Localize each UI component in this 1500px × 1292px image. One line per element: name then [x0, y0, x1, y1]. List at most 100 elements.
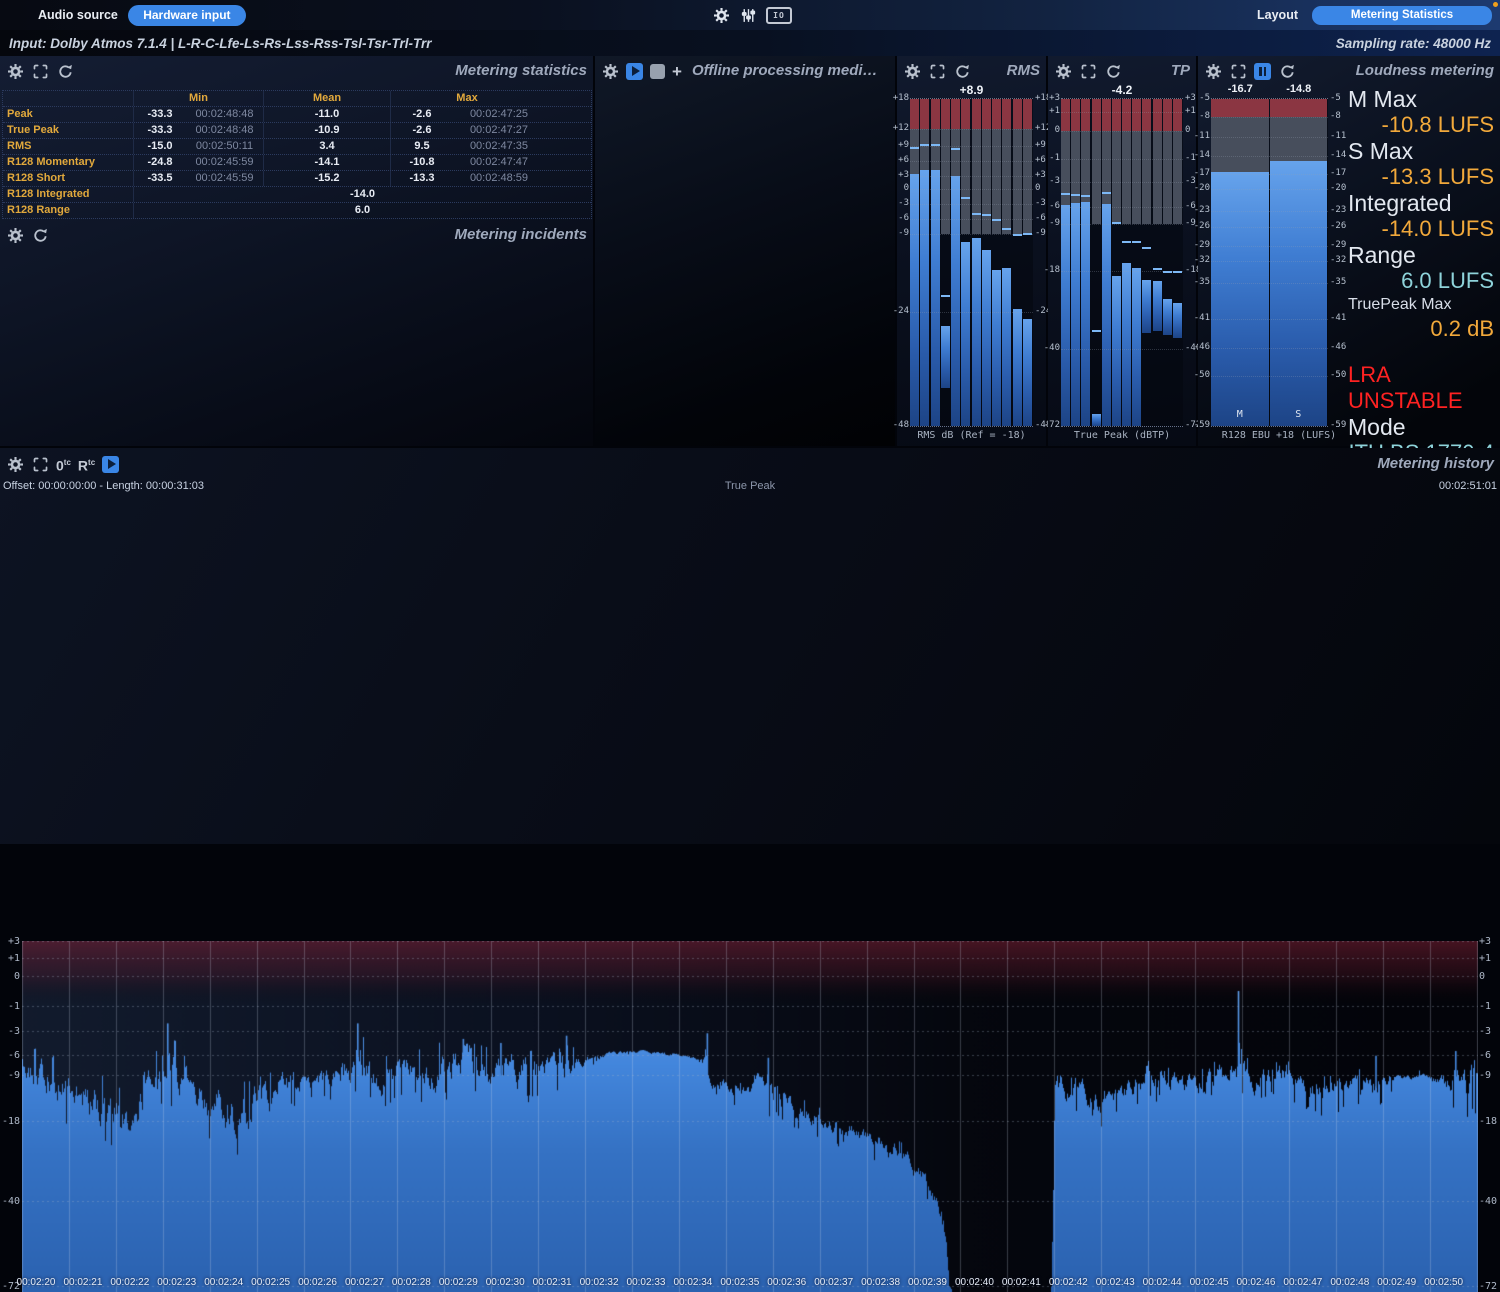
loudness-scale-right: -5-8-11-14-17-20-23-26-29-32-35-41-46-50… — [1329, 98, 1345, 425]
cell-mean: -15.2 — [264, 171, 391, 186]
scale-tick: -32 — [1194, 255, 1210, 265]
infobar: Input: Dolby Atmos 7.1.4 | L-R-C-Lfe-Ls-… — [0, 30, 1500, 56]
history-scale-tick: 0 — [0, 971, 20, 982]
scale-tick: +6 — [898, 155, 909, 165]
gear-icon[interactable] — [601, 62, 619, 80]
scale-tick: +18 — [893, 93, 909, 103]
loudness-stat-label: S Max — [1348, 138, 1494, 164]
gear-icon[interactable] — [6, 62, 24, 80]
peak-hold-mark — [1163, 271, 1172, 273]
gear-icon[interactable] — [903, 62, 921, 80]
meter-gridline — [910, 312, 1033, 313]
meter-channel — [1061, 99, 1070, 426]
peak-hold-mark — [982, 214, 991, 216]
meter-gridline — [1061, 159, 1183, 160]
loudness-stat-value: -13.3 LUFS — [1348, 164, 1494, 190]
plus-icon[interactable]: + — [672, 63, 682, 80]
reset-icon[interactable] — [31, 226, 49, 244]
scale-tick: -3 — [1049, 176, 1060, 186]
meter-channel — [972, 99, 981, 426]
scale-tick: -72 — [1044, 420, 1060, 430]
level-bar — [992, 270, 1001, 426]
gear-icon[interactable] — [1204, 62, 1222, 80]
gear-icon[interactable] — [6, 455, 24, 473]
input-info: Input: Dolby Atmos 7.1.4 | L-R-C-Lfe-Ls-… — [0, 36, 441, 51]
history-scale-tick: 0 — [1479, 971, 1500, 982]
layout-label[interactable]: Layout — [1257, 8, 1298, 22]
reset-icon[interactable] — [56, 62, 74, 80]
peak-hold-mark — [941, 295, 950, 297]
gear-icon[interactable] — [1054, 62, 1072, 80]
play-icon[interactable] — [102, 456, 119, 473]
hardware-input-button[interactable]: Hardware input — [128, 5, 246, 26]
meter-gridline — [1211, 376, 1328, 377]
meter-gridline — [1061, 112, 1183, 113]
meter-gridline — [910, 146, 1033, 147]
gear-icon[interactable] — [6, 226, 24, 244]
peak-hold-mark — [1061, 193, 1070, 195]
reset-tc-icon[interactable]: Rtc — [78, 456, 95, 473]
peak-hold-mark — [910, 147, 919, 149]
audio-source-group: Audio source Hardware input — [0, 5, 246, 26]
history-scale-tick: -18 — [1479, 1116, 1500, 1127]
scale-tick: -32 — [1330, 255, 1346, 265]
headroom-zone — [1211, 117, 1269, 174]
expand-icon[interactable] — [1229, 62, 1247, 80]
sliders-icon[interactable] — [739, 6, 757, 24]
io-icon[interactable]: IO — [766, 7, 792, 24]
row-label: R128 Short — [3, 171, 134, 186]
overload-zone — [982, 99, 991, 129]
headroom-zone — [1112, 131, 1121, 224]
tp-bottom-label: True Peak (dBTP) — [1048, 430, 1196, 441]
metering-statistics-button[interactable]: Metering Statistics — [1312, 6, 1492, 25]
rms-scale-left: +18+12+9+6+30-3-6-9-24-48 — [897, 98, 910, 425]
offset-tc-icon[interactable]: 0tc — [56, 456, 71, 473]
meter-channel — [1081, 99, 1090, 426]
gear-icon[interactable] — [10, 6, 28, 24]
headroom-zone — [1092, 131, 1101, 224]
alert-dot — [1493, 2, 1498, 7]
min-time: 00:02:48:48 — [186, 123, 263, 138]
reset-icon[interactable] — [953, 62, 971, 80]
peak-hold-mark — [992, 219, 1001, 221]
history-graph[interactable] — [22, 941, 1478, 1292]
scale-tick: +1 — [1049, 106, 1060, 116]
min-value: -33.5 — [134, 171, 186, 186]
peak-hold-mark — [1081, 195, 1090, 197]
expand-icon[interactable] — [1079, 62, 1097, 80]
play-icon[interactable] — [626, 63, 643, 80]
reset-icon[interactable] — [1278, 62, 1296, 80]
scale-tick: -59 — [1194, 420, 1210, 430]
reset-icon[interactable] — [1104, 62, 1122, 80]
gear-icon[interactable] — [712, 6, 730, 24]
scale-tick: -46 — [1194, 342, 1210, 352]
incidents-header-icons — [6, 226, 49, 244]
row-label: True Peak — [3, 123, 134, 138]
level-bar — [1061, 205, 1070, 426]
level-bar — [1102, 204, 1111, 426]
offline-title: Offline processing media ... — [692, 62, 882, 79]
stop-icon[interactable] — [650, 64, 665, 79]
history-scale-tick: -3 — [1479, 1026, 1500, 1037]
loudness-meter-bars: MS — [1211, 98, 1328, 427]
incidents-title: Metering incidents — [454, 226, 587, 243]
headroom-zone — [1122, 131, 1131, 224]
expand-icon[interactable] — [31, 62, 49, 80]
topbar: Audio source Hardware input IO Layout Me… — [0, 0, 1500, 30]
meter-channel — [1023, 99, 1032, 426]
meter-channel — [931, 99, 940, 426]
history-scale-tick: -40 — [0, 1196, 20, 1207]
scale-tick: -9 — [1035, 228, 1046, 238]
history-scale-tick: +3 — [0, 936, 20, 947]
pause-icon[interactable] — [1254, 63, 1271, 80]
expand-icon[interactable] — [31, 455, 49, 473]
audio-source-label: Audio source — [38, 8, 118, 22]
history-scale-tick: -3 — [0, 1026, 20, 1037]
min-value: -33.3 — [134, 107, 186, 122]
overload-zone — [1132, 99, 1141, 131]
table-row: R128 Momentary-24.800:02:45:59-14.1-10.8… — [3, 155, 591, 171]
table-row: R128 Integrated-14.0 — [3, 187, 591, 203]
expand-icon[interactable] — [928, 62, 946, 80]
peak-hold-mark — [1071, 194, 1080, 196]
meter-channel — [1002, 99, 1011, 426]
